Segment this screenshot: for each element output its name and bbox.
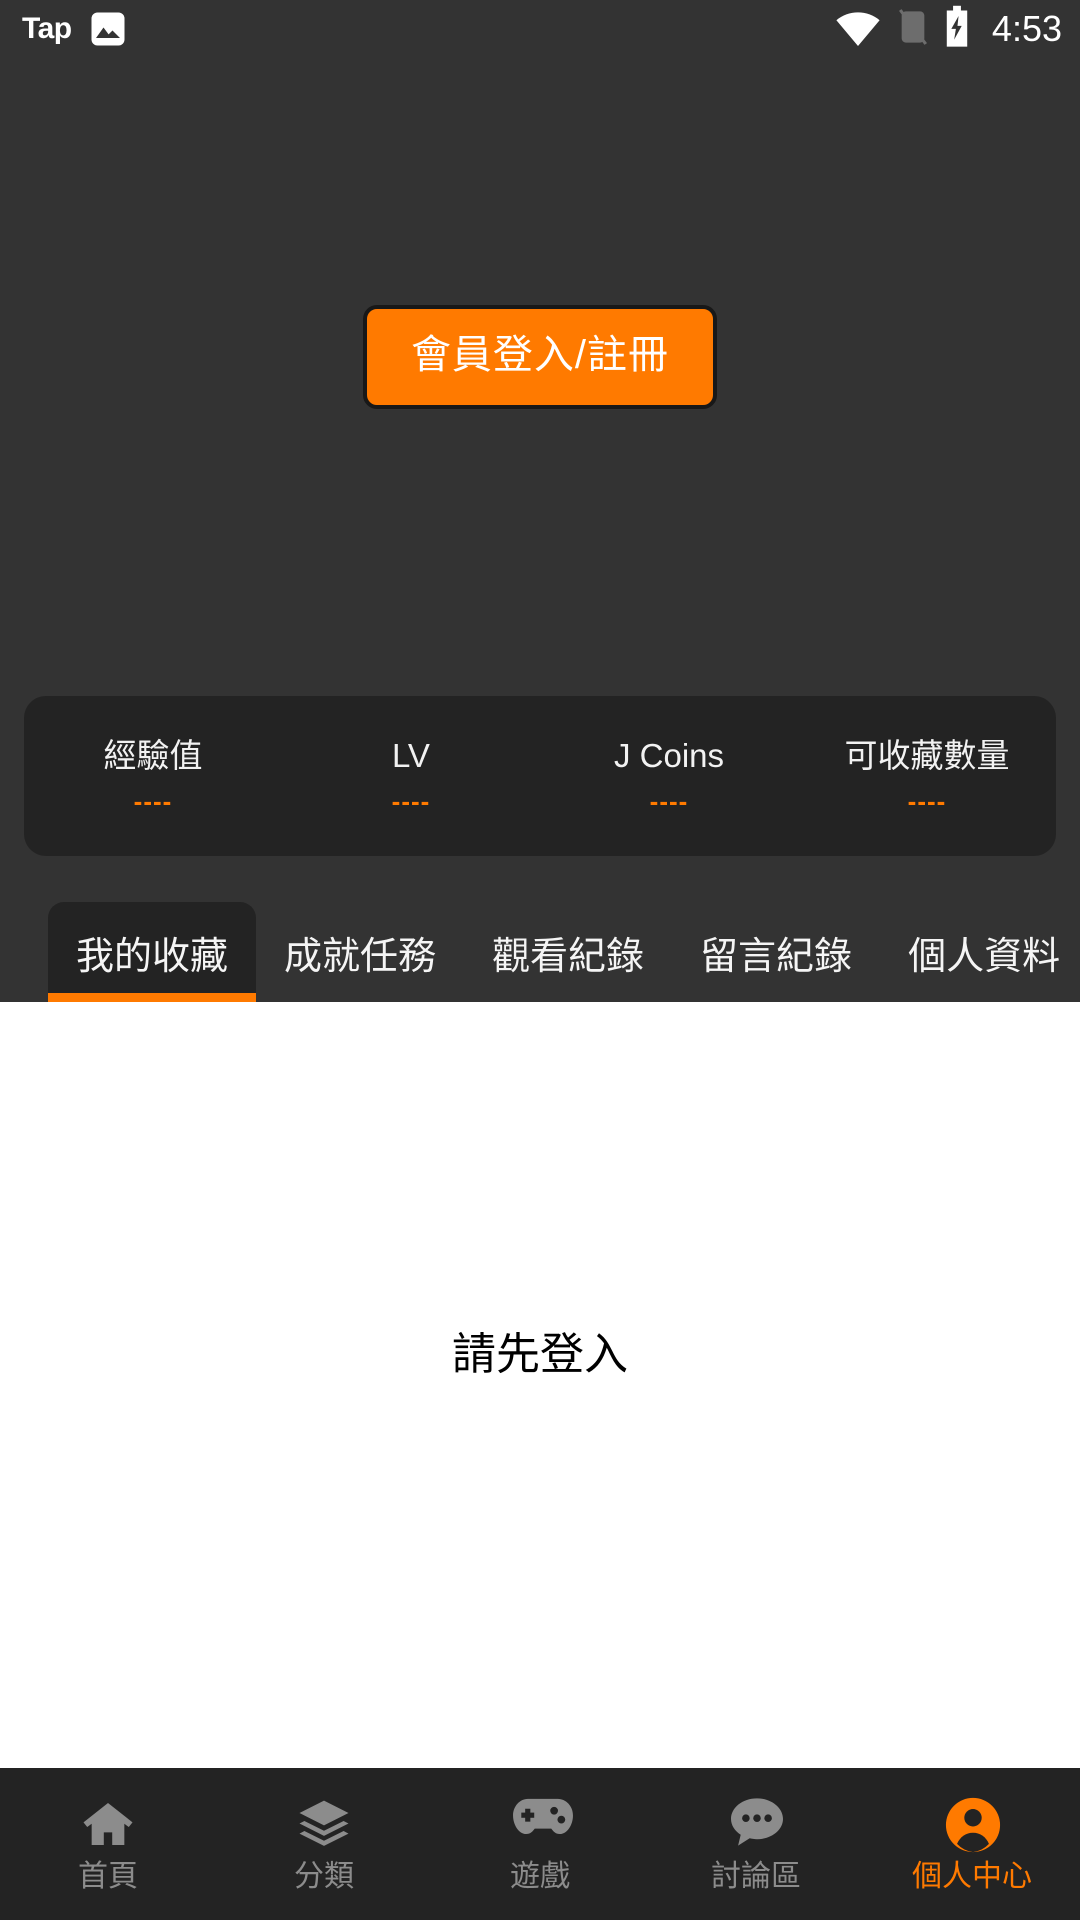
stat-label: LV bbox=[392, 736, 430, 774]
nav-item-games[interactable]: 遊戲 bbox=[432, 1796, 648, 1892]
chat-bubble-icon bbox=[728, 1796, 784, 1852]
nav-item-home[interactable]: 首頁 bbox=[0, 1796, 216, 1892]
stats-section: 經驗值 ---- LV ---- J Coins ---- 可收藏數量 ---- bbox=[0, 656, 1080, 878]
app-name-label: Tap bbox=[22, 12, 72, 45]
hero-section: 會員登入/註冊 bbox=[0, 58, 1080, 656]
clock-label: 4:53 bbox=[991, 8, 1062, 49]
person-icon bbox=[944, 1796, 1001, 1853]
stat-label: 可收藏數量 bbox=[844, 736, 1010, 774]
member-login-register-button[interactable]: 會員登入/註冊 bbox=[362, 305, 718, 409]
tab-watch-history[interactable]: 觀看紀錄 bbox=[464, 902, 672, 1002]
stats-panel: 經驗值 ---- LV ---- J Coins ---- 可收藏數量 ---- bbox=[24, 696, 1056, 856]
tab-comment-history[interactable]: 留言紀錄 bbox=[672, 902, 880, 1002]
content-area: 請先登入 bbox=[0, 1002, 1080, 1768]
nav-label: 遊戲 bbox=[510, 1860, 570, 1893]
battery-charging-icon bbox=[944, 5, 970, 54]
nav-label: 個人中心 bbox=[912, 1860, 1032, 1893]
stat-label: J Coins bbox=[613, 736, 725, 774]
nav-item-categories[interactable]: 分類 bbox=[216, 1796, 432, 1892]
wifi-icon bbox=[834, 7, 882, 52]
stat-jcoins: J Coins ---- bbox=[540, 736, 798, 817]
nav-item-forum[interactable]: 討論區 bbox=[648, 1796, 864, 1892]
gamepad-icon bbox=[512, 1796, 573, 1852]
tab-achievements[interactable]: 成就任務 bbox=[256, 902, 464, 1002]
stat-collectible-count: 可收藏數量 ---- bbox=[798, 736, 1056, 817]
stat-value: ---- bbox=[391, 786, 431, 817]
image-icon bbox=[90, 11, 126, 47]
stat-value: ---- bbox=[649, 786, 689, 817]
empty-state-message: 請先登入 bbox=[452, 1330, 628, 1379]
stat-value: ---- bbox=[907, 786, 947, 817]
nav-label: 分類 bbox=[294, 1860, 354, 1893]
app-root: Tap 4:53 會員登入/註冊 經驗值 ---- LV ---- J Coin… bbox=[0, 0, 1080, 1920]
stat-level: LV ---- bbox=[282, 736, 540, 817]
bottom-navigation-bar: 首頁 分類 遊戲 討論區 個人中心 bbox=[0, 1768, 1080, 1920]
layers-icon bbox=[296, 1796, 352, 1852]
tab-profile[interactable]: 個人資料 bbox=[880, 902, 1080, 1002]
tab-my-collection[interactable]: 我的收藏 bbox=[48, 902, 257, 1002]
nav-item-personal-center[interactable]: 個人中心 bbox=[864, 1796, 1080, 1892]
tab-bar[interactable]: 我的收藏 成就任務 觀看紀錄 留言紀錄 個人資料 bbox=[0, 878, 1080, 1002]
stat-value: ---- bbox=[133, 786, 173, 817]
status-bar-left: Tap bbox=[22, 11, 126, 47]
stat-experience: 經驗值 ---- bbox=[24, 736, 282, 817]
no-sim-icon bbox=[896, 7, 930, 52]
stat-label: 經驗值 bbox=[103, 736, 203, 774]
nav-label: 首頁 bbox=[78, 1860, 138, 1893]
home-icon bbox=[80, 1796, 136, 1852]
nav-label: 討論區 bbox=[711, 1860, 801, 1893]
status-bar: Tap 4:53 bbox=[0, 0, 1080, 58]
status-bar-right: 4:53 bbox=[834, 5, 1062, 54]
